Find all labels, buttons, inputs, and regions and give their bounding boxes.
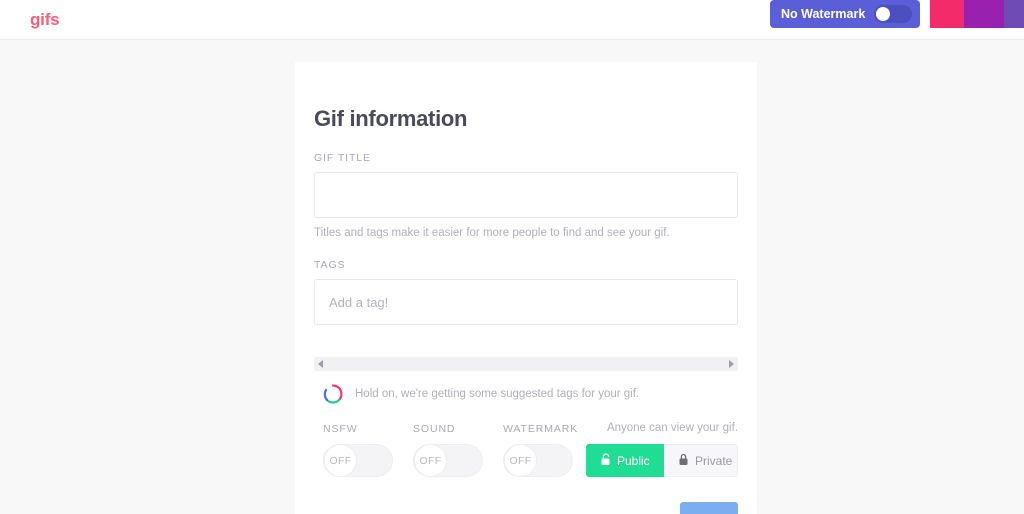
toggle-switch-nsfw[interactable]: OFF	[323, 444, 393, 477]
no-watermark-badge[interactable]: No Watermark	[770, 0, 920, 28]
gif-title-label: GIF TITLE	[314, 152, 371, 164]
unlock-icon	[600, 452, 611, 469]
public-button-label: Public	[617, 453, 650, 468]
toggle-watermark: WATERMARK OFF	[503, 423, 578, 477]
color-block-indigo	[1004, 0, 1024, 28]
public-button[interactable]: Public	[586, 444, 664, 477]
privacy-note: Anyone can view your gif.	[606, 422, 738, 434]
tags-label: TAGS	[314, 259, 346, 271]
page-title: Gif information	[314, 106, 468, 131]
color-blocks	[930, 0, 1024, 28]
toggle-nsfw: NSFW OFF	[323, 423, 393, 477]
toggle-group-list: NSFW OFF SOUND OFF WATERMARK OFF	[314, 423, 578, 477]
suggested-tags-scrollbar[interactable]	[314, 357, 738, 371]
right-arrow-icon[interactable]	[729, 360, 734, 368]
toggle-label-watermark: WATERMARK	[503, 423, 579, 435]
no-watermark-label: No Watermark	[781, 7, 866, 21]
header-right-cluster: No Watermark	[770, 0, 1024, 28]
privacy-button-group: Public Private	[586, 444, 738, 477]
gif-title-helper-text: Titles and tags make it easier for more …	[314, 227, 670, 239]
card-footer: Skip Next	[314, 502, 738, 514]
private-button-label: Private	[695, 453, 733, 468]
toggle-sound: SOUND OFF	[413, 423, 483, 477]
tags-input[interactable]	[314, 279, 738, 325]
toggle-knob	[876, 7, 890, 21]
left-arrow-icon[interactable]	[318, 360, 323, 368]
brand-logo[interactable]: gifs	[30, 10, 60, 30]
privacy-section: Anyone can view your gif. Public Private	[586, 422, 738, 477]
options-row: NSFW OFF SOUND OFF WATERMARK OFF Anyone …	[314, 422, 738, 477]
gif-information-card: Gif information GIF TITLE Titles and tag…	[295, 62, 757, 514]
loading-message: Hold on, we're getting some suggested ta…	[355, 388, 640, 400]
color-block-pink	[930, 0, 964, 28]
lock-icon	[678, 453, 689, 469]
toggle-label-sound: SOUND	[413, 423, 456, 435]
toggle-label-nsfw: NSFW	[323, 423, 358, 435]
loading-spinner-icon	[322, 383, 344, 405]
app-header: gifs No Watermark	[0, 0, 1024, 40]
page-body: Gif information GIF TITLE Titles and tag…	[0, 40, 1024, 514]
next-button[interactable]: Next	[680, 502, 738, 514]
private-button[interactable]: Private	[664, 444, 738, 477]
toggle-state-sound: OFF	[414, 444, 447, 477]
toggle-switch-watermark[interactable]: OFF	[503, 444, 573, 477]
no-watermark-toggle[interactable]	[874, 5, 912, 23]
toggle-switch-sound[interactable]: OFF	[413, 444, 483, 477]
suggested-tags-loading: Hold on, we're getting some suggested ta…	[314, 383, 738, 405]
gif-title-input[interactable]	[314, 172, 738, 218]
toggle-state-nsfw: OFF	[324, 444, 357, 477]
toggle-state-watermark: OFF	[504, 444, 537, 477]
color-block-purple	[964, 0, 1004, 28]
